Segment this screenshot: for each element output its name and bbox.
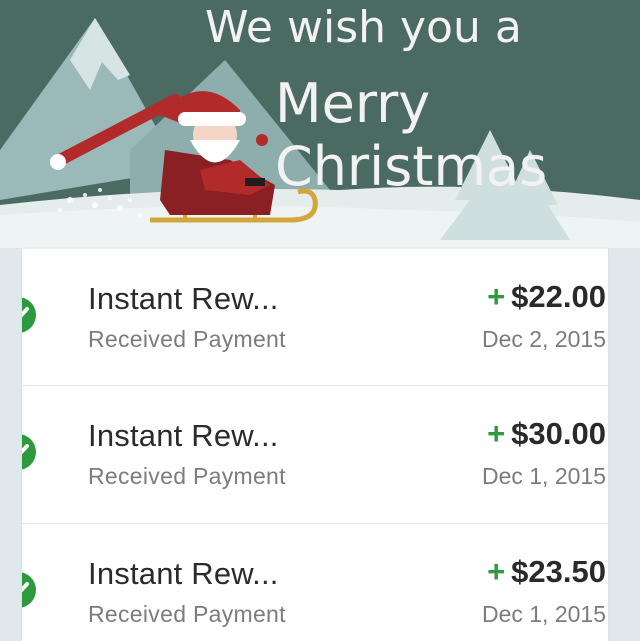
transaction-subtitle: Received Payment: [88, 601, 286, 627]
amount-value: $23.50: [511, 554, 606, 589]
transaction-title: Instant Rew...: [88, 418, 279, 453]
check-circle-icon: [22, 572, 36, 608]
greeting-line-2: Merry Christmas: [275, 72, 640, 198]
transaction-title: Instant Rew...: [88, 281, 279, 316]
transaction-date: Dec 2, 2015: [481, 326, 606, 352]
transaction-row[interactable]: Instant Rew... Received Payment + $22.00 …: [22, 249, 608, 386]
transaction-date: Dec 1, 2015: [481, 601, 606, 627]
check-circle-icon: [22, 434, 36, 470]
transaction-amount: + $22.00: [487, 279, 606, 315]
amount-value: $22.00: [511, 279, 606, 314]
greeting-text-1: We wish you a: [205, 2, 522, 53]
plus-sign: +: [487, 554, 506, 589]
transaction-list[interactable]: Instant Rew... Received Payment + $22.00 …: [22, 248, 608, 641]
greeting-text-2: Merry Christmas: [275, 72, 548, 198]
transaction-date: Dec 1, 2015: [481, 463, 606, 489]
transaction-row[interactable]: Instant Rew... Received Payment + $23.50 …: [22, 524, 608, 641]
plus-sign: +: [487, 279, 506, 314]
transaction-amount: + $30.00: [487, 416, 606, 452]
transaction-row[interactable]: Instant Rew... Received Payment + $30.00 …: [22, 386, 608, 524]
greeting-line-1: We wish you a: [205, 2, 522, 53]
amount-value: $30.00: [511, 416, 606, 451]
transaction-amount: + $23.50: [487, 554, 606, 590]
check-circle-icon: [22, 297, 36, 333]
right-margin: [608, 248, 640, 640]
transaction-subtitle: Received Payment: [88, 326, 286, 352]
transaction-subtitle: Received Payment: [88, 463, 286, 489]
christmas-banner: We wish you a Merry Christmas: [0, 0, 640, 250]
left-margin: [0, 248, 22, 640]
transaction-title: Instant Rew...: [88, 556, 279, 591]
plus-sign: +: [487, 416, 506, 451]
